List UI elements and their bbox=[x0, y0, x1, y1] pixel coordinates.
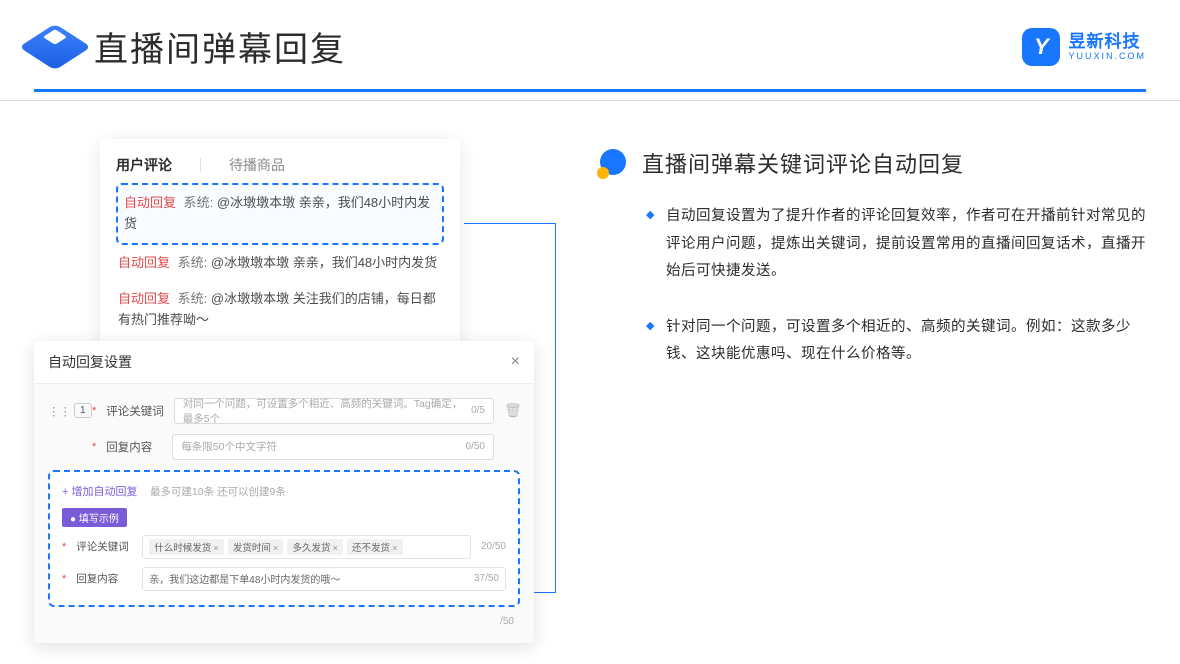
row-number: 1 bbox=[74, 403, 92, 418]
tab-separator bbox=[200, 158, 201, 172]
tab-user-comments[interactable]: 用户评论 bbox=[116, 155, 172, 175]
close-icon[interactable]: × bbox=[511, 353, 520, 371]
system-label: 系统: bbox=[178, 291, 208, 306]
keyword-tag[interactable]: 还不发货 bbox=[347, 539, 403, 555]
comment-row: 自动回复 系统: @冰墩墩本墩 亲亲，我们48小时内发货 bbox=[116, 245, 444, 282]
comments-panel: 用户评论 待播商品 自动回复 系统: @冰墩墩本墩 亲亲，我们48小时内发货 自… bbox=[100, 139, 460, 355]
tab-pending-products[interactable]: 待播商品 bbox=[229, 155, 285, 175]
content-placeholder: 每条限50个中文字符 bbox=[181, 439, 277, 454]
comment-list: 自动回复 系统: @冰墩墩本墩 亲亲，我们48小时内发货 自动回复 系统: @冰… bbox=[100, 183, 460, 339]
required-asterisk: * bbox=[92, 405, 96, 417]
main-content: 用户评论 待播商品 自动回复 系统: @冰墩墩本墩 亲亲，我们48小时内发货 自… bbox=[0, 101, 1180, 643]
content-counter: 0/50 bbox=[466, 441, 485, 452]
slide-header: 直播间弹幕回复 昱新科技 YUUXIN.COM bbox=[0, 0, 1180, 89]
keyword-tag[interactable]: 发货时间 bbox=[228, 539, 284, 555]
example-keyword-row: * 评论关键词 什么时候发货 发货时间 多久发货 还不发货 20/50 bbox=[62, 535, 506, 559]
comment-row-highlighted: 自动回复 系统: @冰墩墩本墩 亲亲，我们48小时内发货 bbox=[116, 183, 444, 245]
bullet-list: 自动回复设置为了提升作者的评论回复效率，作者可在开播前针对常见的评论用户问题，提… bbox=[600, 203, 1146, 369]
keyword-tag[interactable]: 多久发货 bbox=[287, 539, 343, 555]
brand-logo: 昱新科技 YUUXIN.COM bbox=[1022, 28, 1146, 66]
section-title: 直播间弹幕关键词评论自动回复 bbox=[642, 147, 964, 179]
add-auto-reply-link[interactable]: + 增加自动回复 bbox=[62, 486, 137, 498]
example-keyword-label: 评论关键词 bbox=[76, 539, 132, 554]
example-keyword-counter: 20/50 bbox=[481, 541, 506, 552]
auto-reply-badge: 自动回复 bbox=[118, 255, 170, 270]
section-header: 直播间弹幕关键词评论自动回复 bbox=[600, 147, 1146, 179]
comment-tabs: 用户评论 待播商品 bbox=[100, 149, 460, 183]
delete-icon[interactable]: 🗑 bbox=[504, 402, 520, 419]
content-label: 回复内容 bbox=[106, 439, 162, 455]
example-content-counter: 37/50 bbox=[474, 573, 499, 584]
left-column: 用户评论 待播商品 自动回复 系统: @冰墩墩本墩 亲亲，我们48小时内发货 自… bbox=[34, 139, 554, 643]
example-keyword-tags[interactable]: 什么时候发货 发货时间 多久发货 还不发货 bbox=[142, 535, 471, 559]
keyword-tag[interactable]: 什么时候发货 bbox=[149, 539, 224, 555]
example-content-row: * 回复内容 亲，我们这边都是下单48小时内发货的哦～ 37/50 bbox=[62, 567, 506, 591]
cube-icon bbox=[19, 23, 91, 70]
example-badge: ● 填写示例 bbox=[62, 508, 127, 527]
comment-row: 自动回复 系统: @冰墩墩本墩 关注我们的店铺，每日都有热门推荐呦～ bbox=[116, 281, 444, 339]
keyword-label: 评论关键词 bbox=[106, 403, 164, 419]
dialog-title: 自动回复设置 bbox=[48, 352, 132, 372]
brand-name-en: YUUXIN.COM bbox=[1068, 52, 1146, 61]
example-content-value[interactable]: 亲，我们这边都是下单48小时内发货的哦～ 37/50 bbox=[142, 567, 506, 591]
add-limit-hint: 最多可建10条 还可以创建9条 bbox=[150, 486, 286, 498]
header-left: 直播间弹幕回复 bbox=[34, 22, 346, 71]
bubble-icon bbox=[600, 149, 628, 177]
drag-handle[interactable]: ⋮⋮ 1 bbox=[48, 403, 82, 418]
dialog-body: ⋮⋮ 1 * 评论关键词 对同一个问题，可设置多个相近、高频的关键词。Tag确定… bbox=[34, 384, 534, 643]
bullet-item: 针对同一个问题，可设置多个相近的、高频的关键词。例如：这款多少钱、这块能优惠吗、… bbox=[646, 314, 1146, 369]
page-title: 直播间弹幕回复 bbox=[94, 22, 346, 71]
system-label: 系统: bbox=[178, 255, 208, 270]
keyword-placeholder: 对同一个问题，可设置多个相近、高频的关键词。Tag确定，最多5个 bbox=[183, 396, 471, 426]
auto-reply-settings-dialog: 自动回复设置 × ⋮⋮ 1 * 评论关键词 对同一个问题，可设置多个相近、高频的… bbox=[34, 341, 534, 643]
example-content-label: 回复内容 bbox=[76, 571, 132, 586]
content-row: * 回复内容 每条限50个中文字符 0/50 bbox=[48, 434, 520, 460]
brand-text: 昱新科技 YUUXIN.COM bbox=[1068, 33, 1146, 61]
comment-text: @冰墩墩本墩 亲亲，我们48小时内发货 bbox=[211, 255, 437, 270]
dialog-header: 自动回复设置 × bbox=[34, 341, 534, 384]
example-content-text: 亲，我们这边都是下单48小时内发货的哦～ bbox=[149, 571, 340, 586]
system-label: 系统: bbox=[184, 195, 214, 210]
divider-blue bbox=[34, 89, 1146, 92]
required-asterisk: * bbox=[62, 573, 66, 585]
content-input[interactable]: 每条限50个中文字符 0/50 bbox=[172, 434, 494, 460]
brand-name-cn: 昱新科技 bbox=[1068, 33, 1146, 50]
example-block: + 增加自动回复 最多可建10条 还可以创建9条 ● 填写示例 * 评论关键词 … bbox=[48, 470, 520, 607]
bullet-item: 自动回复设置为了提升作者的评论回复效率，作者可在开播前针对常见的评论用户问题，提… bbox=[646, 203, 1146, 286]
brand-mark-icon bbox=[1022, 28, 1060, 66]
keyword-row: ⋮⋮ 1 * 评论关键词 对同一个问题，可设置多个相近、高频的关键词。Tag确定… bbox=[48, 398, 520, 424]
trailing-counter: /50 bbox=[500, 616, 514, 627]
right-column: 直播间弹幕关键词评论自动回复 自动回复设置为了提升作者的评论回复效率，作者可在开… bbox=[600, 139, 1146, 643]
required-asterisk: * bbox=[62, 541, 66, 553]
auto-reply-badge: 自动回复 bbox=[124, 195, 176, 210]
required-asterisk: * bbox=[92, 441, 96, 453]
keyword-counter: 0/5 bbox=[471, 405, 485, 416]
auto-reply-badge: 自动回复 bbox=[118, 291, 170, 306]
keyword-input[interactable]: 对同一个问题，可设置多个相近、高频的关键词。Tag确定，最多5个 0/5 bbox=[174, 398, 494, 424]
